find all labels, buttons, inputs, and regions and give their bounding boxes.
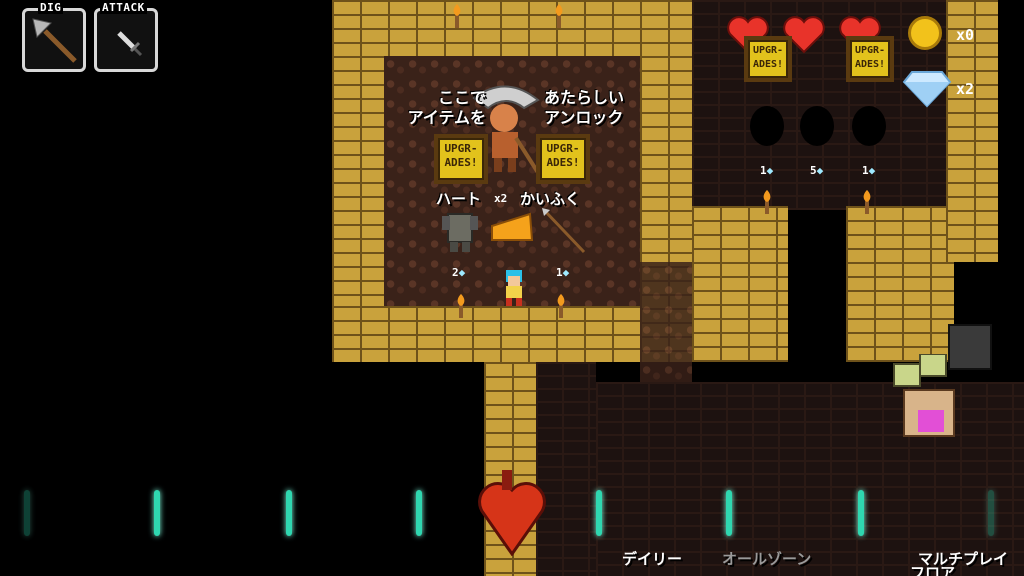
attack-label: ATTACK bbox=[100, 1, 147, 14]
game-screen: DIG ATTACK x0 x2 ここで アイテムを あたらしい アンロック U… bbox=[0, 0, 1024, 576]
locked-item-silhouette bbox=[750, 106, 784, 146]
torch-icon bbox=[557, 294, 565, 318]
upgrade-sign: UPGR- ADES! bbox=[744, 36, 792, 82]
torch-icon bbox=[763, 190, 771, 214]
player-character bbox=[506, 270, 522, 306]
torch-icon bbox=[555, 4, 563, 28]
beat-marker bbox=[988, 490, 994, 536]
upgrade-sign: UPGR- ADES! bbox=[846, 36, 894, 82]
armor-item-icon[interactable] bbox=[440, 208, 480, 254]
menu-all-zones[interactable]: オールゾーン bbox=[722, 548, 811, 569]
beat-marker bbox=[286, 490, 292, 536]
armor-price: 2◆ bbox=[452, 266, 466, 279]
dig-label: DIG bbox=[38, 1, 64, 14]
upgrade-sign: UPGR- ADES! bbox=[434, 134, 488, 184]
upgrade-price: 1◆ bbox=[862, 164, 876, 177]
beat-marker bbox=[154, 490, 160, 536]
menu-daily[interactable]: デイリー bbox=[622, 548, 682, 569]
rhythm-heart-icon bbox=[478, 470, 546, 556]
dig-slot[interactable] bbox=[22, 8, 86, 72]
diamond-icon bbox=[902, 71, 952, 108]
chest bbox=[948, 324, 992, 370]
torch-icon bbox=[453, 4, 461, 28]
right-wall-b bbox=[846, 206, 954, 362]
diamond-icon: ◆ bbox=[562, 266, 570, 279]
beat-marker bbox=[24, 490, 30, 536]
heart-multiplier: x2 bbox=[494, 192, 508, 205]
shop-hint-left: ここで アイテムを bbox=[407, 88, 486, 127]
gold-count: x0 bbox=[956, 26, 975, 44]
diamond-icon: ◆ bbox=[816, 164, 824, 177]
weapon-price: 1◆ bbox=[556, 266, 570, 279]
beat-marker bbox=[858, 490, 864, 536]
menu-floor[interactable]: フロア bbox=[910, 562, 955, 576]
shovel-icon bbox=[32, 18, 77, 63]
gold-coin-icon bbox=[908, 16, 942, 50]
beat-marker bbox=[726, 490, 732, 536]
right-wall-a bbox=[692, 206, 788, 362]
heart-item-label: ハート bbox=[436, 190, 482, 208]
shop-hint-right: あたらしい アンロック bbox=[544, 88, 625, 127]
locked-item-silhouette bbox=[852, 106, 886, 146]
spear-item-icon[interactable] bbox=[540, 206, 588, 256]
room-edge-bottom bbox=[332, 306, 640, 362]
diamond-icon: ◆ bbox=[458, 266, 466, 279]
dagger-icon bbox=[117, 31, 143, 57]
locked-item-silhouette bbox=[800, 106, 834, 146]
upgrade-price: 1◆ bbox=[760, 164, 774, 177]
diamond-icon: ◆ bbox=[868, 164, 876, 177]
diamond-count: x2 bbox=[956, 80, 975, 98]
beat-marker bbox=[596, 490, 602, 536]
side-floor bbox=[640, 262, 692, 382]
cheese-item-icon[interactable] bbox=[490, 212, 534, 242]
upgrade-price: 5◆ bbox=[810, 164, 824, 177]
beat-marker bbox=[416, 490, 422, 536]
torch-icon bbox=[863, 190, 871, 214]
attack-slot[interactable] bbox=[94, 8, 158, 72]
torch-icon bbox=[457, 294, 465, 318]
diamond-icon: ◆ bbox=[766, 164, 774, 177]
upgrade-sign: UPGR- ADES! bbox=[536, 134, 590, 184]
